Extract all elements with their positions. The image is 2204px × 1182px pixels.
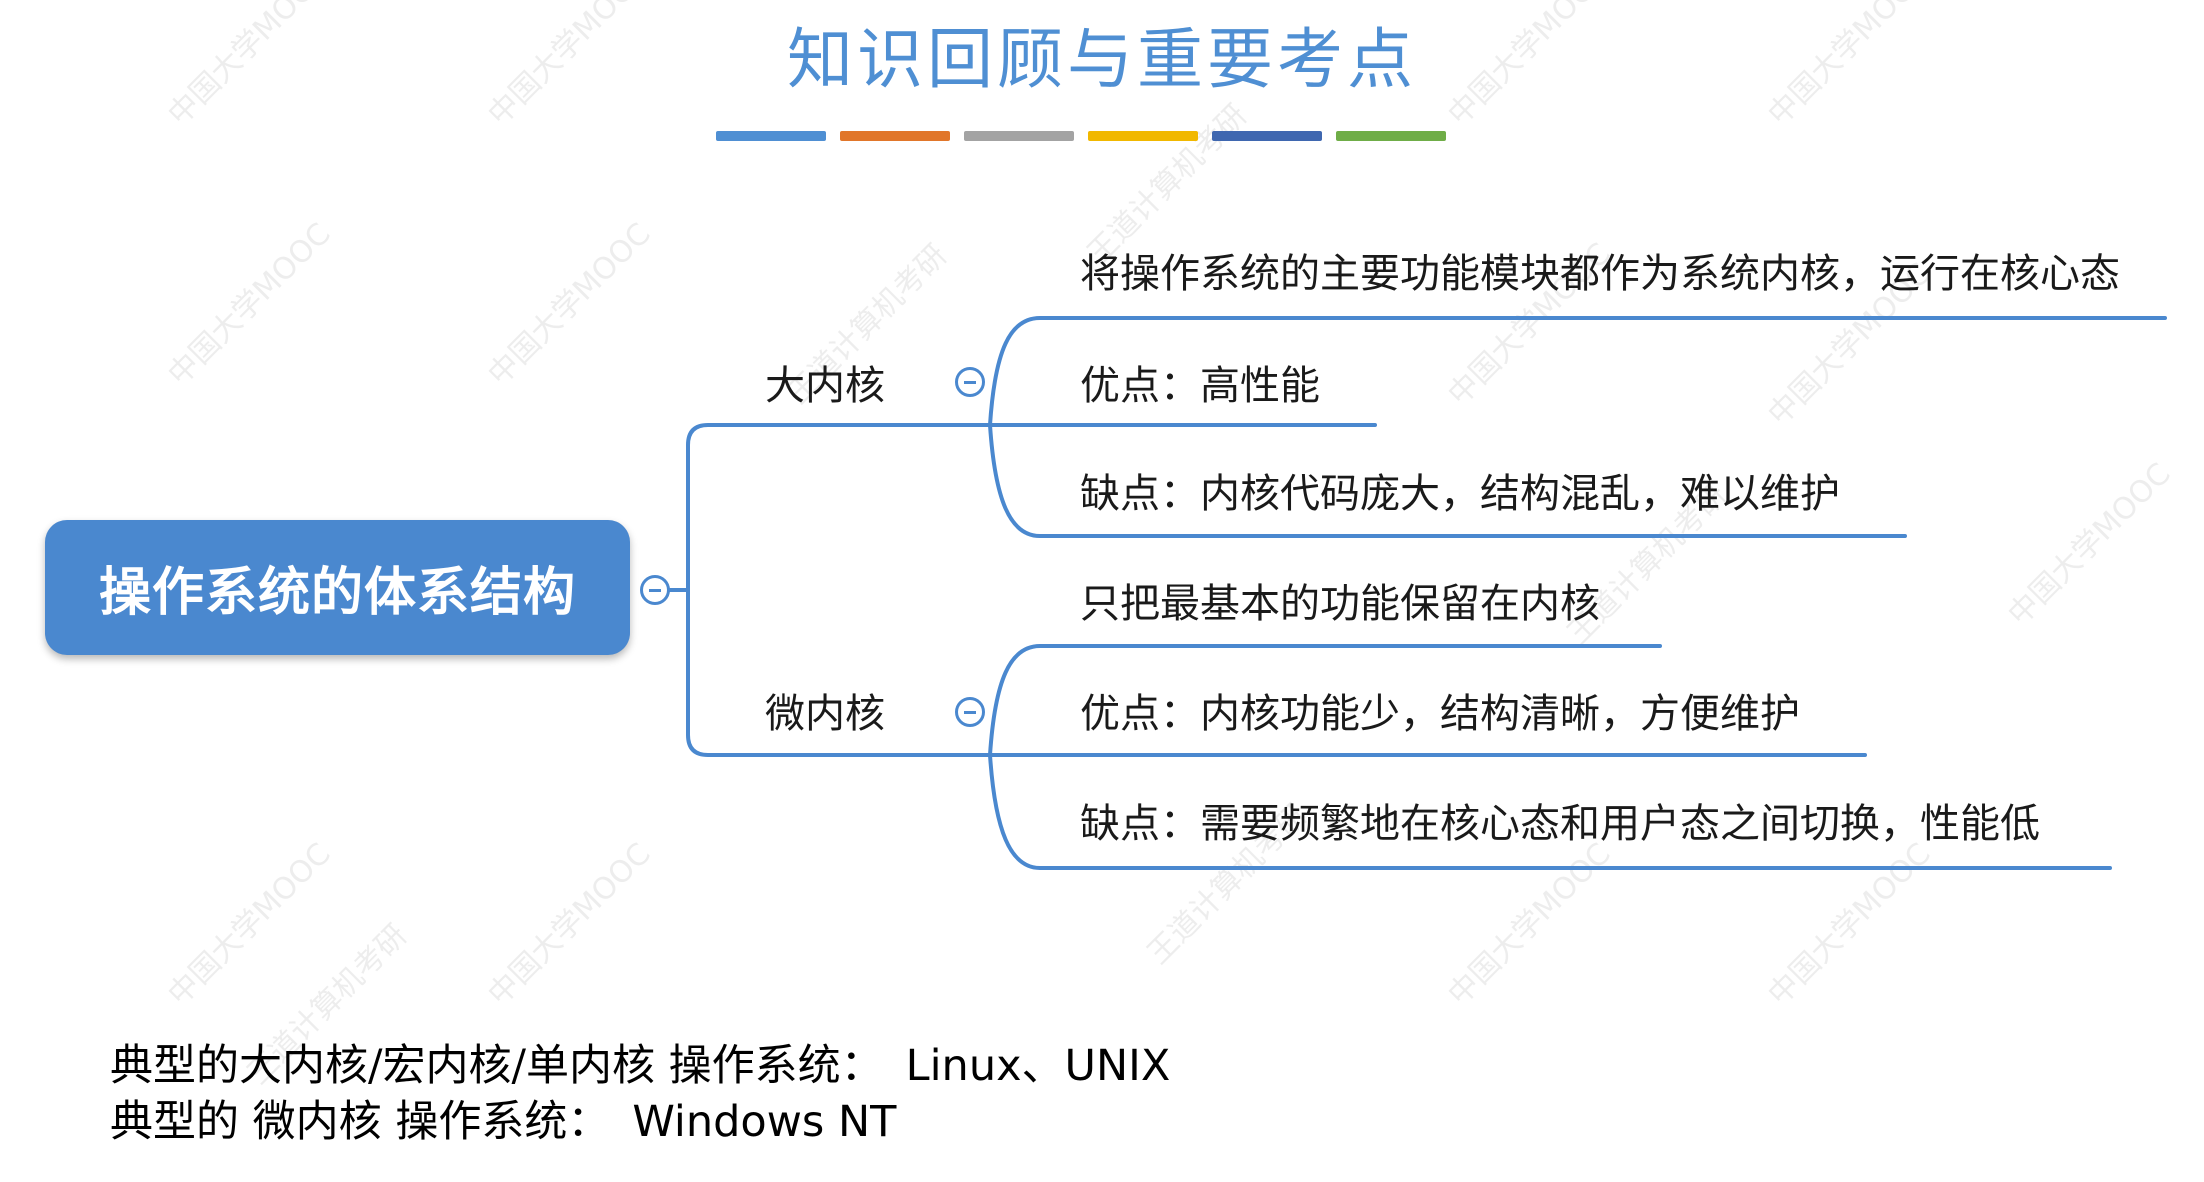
root-node[interactable]: 操作系统的体系结构	[45, 520, 630, 655]
footer-line-1-prefix: 典型的大内核/宏内核/单内核 操作系统：	[110, 1041, 884, 1091]
collapse-toggle-icon[interactable]	[640, 575, 670, 605]
footer-line-2-prefix: 典型的 微内核 操作系统：	[110, 1097, 611, 1147]
connector-branch-1	[686, 423, 942, 592]
footer-line-1: 典型的大内核/宏内核/单内核 操作系统： Linux、UNIX	[110, 1038, 1170, 1094]
footer-line-1-value: Linux、UNIX	[905, 1041, 1171, 1091]
footer-line-2-value: Windows NT	[632, 1097, 897, 1147]
collapse-toggle-icon[interactable]	[955, 367, 985, 397]
leaf-node[interactable]: 缺点：内核代码庞大，结构混乱，难以维护	[1080, 470, 1840, 518]
leaf-node[interactable]: 优点：内核功能少，结构清晰，方便维护	[1080, 690, 1800, 738]
leaf-node[interactable]: 只把最基本的功能保留在内核	[1080, 580, 1600, 628]
branch-node-micro-kernel[interactable]: 微内核	[765, 690, 885, 738]
root-node-label: 操作系统的体系结构	[98, 563, 576, 623]
leaf-node[interactable]: 优点：高性能	[1080, 362, 1320, 410]
branch-node-macro-kernel[interactable]: 大内核	[765, 362, 885, 410]
leaf-node[interactable]: 缺点：需要频繁地在核心态和用户态之间切换，性能低	[1080, 800, 2040, 848]
footer-line-2: 典型的 微内核 操作系统： Windows NT	[110, 1094, 896, 1150]
slide: 中国大学MOOC 中国大学MOOC 中国大学MOOC 中国大学MOOC 中国大学…	[0, 0, 2204, 1182]
leaf-node[interactable]: 将操作系统的主要功能模块都作为系统内核，运行在核心态	[1080, 250, 2120, 298]
collapse-toggle-icon[interactable]	[955, 697, 985, 727]
